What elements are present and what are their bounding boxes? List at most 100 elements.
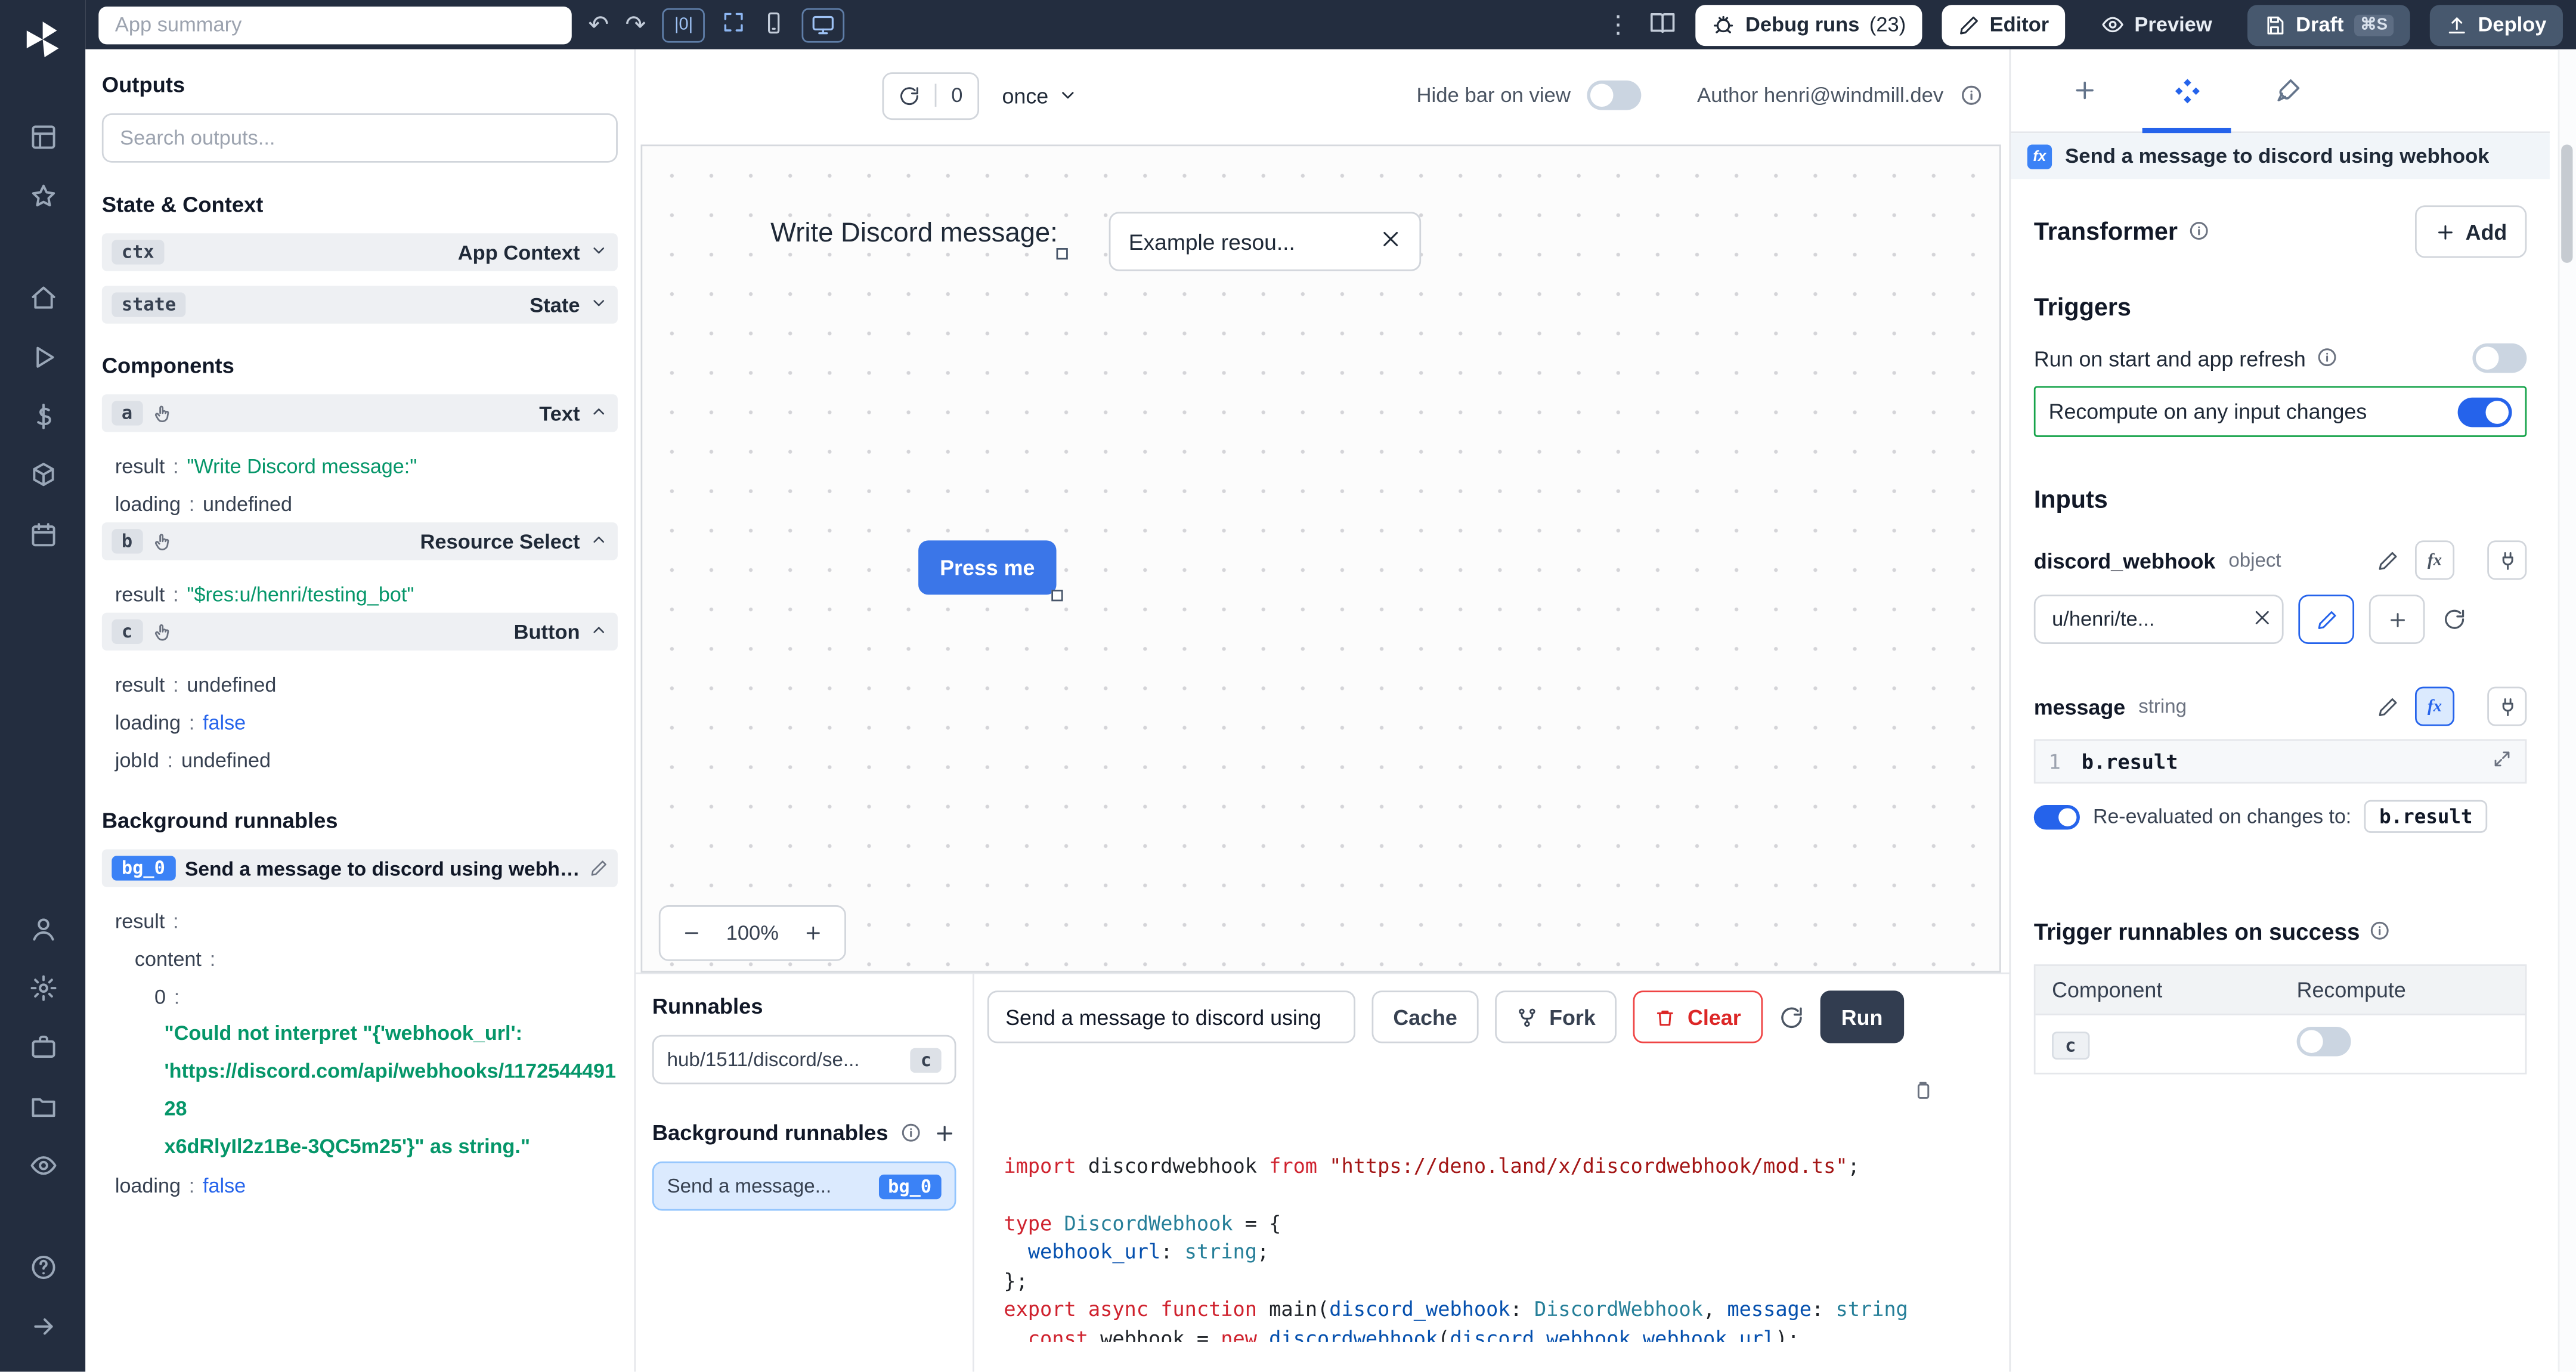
docs-book-icon[interactable] <box>1650 9 1676 40</box>
plug-connect-icon[interactable] <box>2487 540 2527 580</box>
info-icon[interactable] <box>2370 920 2393 943</box>
favorites-star-icon[interactable] <box>0 171 85 221</box>
recompute-c-toggle[interactable] <box>2297 1027 2351 1057</box>
recompute-toggle[interactable] <box>2458 397 2512 426</box>
runs-icon[interactable] <box>0 332 85 382</box>
fullscreen-icon[interactable] <box>722 10 746 40</box>
runnable-item[interactable]: hub/1511/discord/se... c <box>652 1035 956 1085</box>
run-on-start-toggle[interactable] <box>2472 343 2527 373</box>
fx-mode-icon[interactable]: fx <box>2415 540 2454 580</box>
user-icon[interactable] <box>0 903 85 953</box>
edit-resource-button[interactable] <box>2298 594 2354 644</box>
plug-connect-icon[interactable] <box>2487 687 2527 726</box>
message-expression-editor[interactable]: 1 b.result <box>2034 739 2527 783</box>
info-icon[interactable] <box>900 1121 924 1144</box>
expand-editor-icon[interactable] <box>2492 749 2512 773</box>
hide-bar-toggle[interactable] <box>1587 80 1641 110</box>
clear-value-icon[interactable] <box>2252 608 2272 632</box>
draft-label: Draft <box>2296 13 2343 36</box>
kebab-menu-icon[interactable]: ⋮ <box>1606 13 1630 37</box>
ctx-row[interactable]: ctx App Context <box>102 233 618 271</box>
button-component[interactable]: Press me <box>918 540 1056 594</box>
state-row[interactable]: state State <box>102 286 618 323</box>
edit-pencil-icon[interactable] <box>590 859 608 877</box>
chevron-up-icon[interactable] <box>590 529 608 553</box>
folders-icon[interactable] <box>0 1081 85 1131</box>
app-canvas[interactable]: Write Discord message: Example resou... … <box>640 144 2001 973</box>
app-summary-input[interactable] <box>98 6 571 44</box>
deploy-button[interactable]: Deploy <box>2431 4 2563 45</box>
edit-pencil-icon[interactable] <box>2367 540 2407 580</box>
tab-styling[interactable] <box>2237 49 2339 132</box>
copy-code-icon[interactable] <box>1912 1079 1934 1110</box>
dashboard-icon[interactable] <box>0 112 85 161</box>
resources-icon[interactable] <box>0 450 85 500</box>
hand-pointer-icon[interactable] <box>152 622 172 642</box>
search-outputs-input[interactable] <box>102 113 618 163</box>
chevron-down-icon[interactable] <box>590 240 608 264</box>
mobile-view-icon[interactable] <box>763 11 786 39</box>
variables-icon[interactable] <box>0 391 85 441</box>
editor-button[interactable]: Editor <box>1942 4 2066 45</box>
tab-insert-component[interactable] <box>2034 49 2136 132</box>
resize-handle[interactable] <box>1056 248 1067 259</box>
component-row-b[interactable]: b Resource Select <box>102 522 618 560</box>
info-icon[interactable] <box>2188 220 2211 243</box>
fork-button[interactable]: Fork <box>1495 990 1617 1043</box>
edit-pencil-icon[interactable] <box>2367 687 2407 726</box>
chevron-up-icon[interactable] <box>590 401 608 425</box>
chevron-down-icon[interactable] <box>590 292 608 317</box>
resource-value-input[interactable] <box>2034 594 2284 644</box>
cache-button[interactable]: Cache <box>1372 990 1479 1043</box>
preview-button[interactable]: Preview <box>2085 4 2228 45</box>
columns-layout-icon[interactable]: |0| <box>662 7 705 42</box>
debug-runs-button[interactable]: Debug runs (23) <box>1696 4 1922 45</box>
workspace-icon[interactable] <box>0 1022 85 1071</box>
scrollbar-thumb[interactable] <box>2561 144 2572 262</box>
undo-icon[interactable]: ↶ <box>588 13 609 37</box>
schedules-icon[interactable] <box>0 509 85 559</box>
help-icon[interactable] <box>0 1242 85 1292</box>
desktop-view-icon[interactable] <box>802 7 845 42</box>
collapse-sidebar-icon[interactable] <box>0 1301 85 1351</box>
hand-pointer-icon[interactable] <box>152 403 172 423</box>
windmill-logo[interactable] <box>0 15 85 64</box>
add-transformer-button[interactable]: Add <box>2414 205 2527 258</box>
background-runnable-item-selected[interactable]: Send a message... bg_0 <box>652 1162 956 1211</box>
chevron-up-icon[interactable] <box>590 620 608 644</box>
component-row-a[interactable]: a Text <box>102 394 618 432</box>
fx-mode-icon[interactable]: fx <box>2415 687 2454 726</box>
info-icon[interactable] <box>2315 346 2339 370</box>
resource-select-component[interactable]: Example resou... <box>1109 212 1421 271</box>
clear-button[interactable]: Clear <box>1633 990 1762 1043</box>
recompute-on-input-row: Recompute on any input changes <box>2034 386 2527 436</box>
debug-runs-label: Debug runs <box>1745 13 1859 36</box>
resize-handle[interactable] <box>1051 590 1063 601</box>
component-row-c[interactable]: c Button <box>102 613 618 651</box>
add-resource-button[interactable] <box>2369 594 2425 644</box>
refresh-resource-icon[interactable] <box>2443 608 2466 631</box>
code-content[interactable]: import discordwebhook from "https://deno… <box>987 1066 2010 1342</box>
run-button[interactable]: Run <box>1820 990 1904 1043</box>
tab-component-settings[interactable] <box>2136 49 2238 132</box>
clear-selection-icon[interactable] <box>1380 228 1401 255</box>
redo-icon[interactable]: ↷ <box>626 13 646 37</box>
zoom-out-button[interactable] <box>667 923 717 943</box>
refresh-icon[interactable] <box>884 85 934 106</box>
home-icon[interactable] <box>0 272 85 322</box>
info-icon[interactable] <box>1960 84 1983 107</box>
reeval-toggle[interactable] <box>2034 804 2080 829</box>
runnable-name-input[interactable]: Send a message to discord using <box>987 990 1355 1043</box>
run-mode-dropdown[interactable]: once <box>1002 83 1078 107</box>
settings-gear-icon[interactable] <box>0 962 85 1012</box>
draft-button[interactable]: Draft ⌘S <box>2248 4 2410 45</box>
text-component[interactable]: Write Discord message: <box>767 215 1061 253</box>
refresh-icon[interactable] <box>1779 1005 1803 1029</box>
hand-pointer-icon[interactable] <box>152 531 172 551</box>
scrollbar-track[interactable] <box>2558 49 2576 1372</box>
zoom-in-button[interactable] <box>788 923 838 943</box>
refresh-count-group[interactable]: 0 <box>882 72 979 119</box>
eye-icon[interactable] <box>0 1140 85 1190</box>
background-runnable-row[interactable]: bg_0 Send a message to discord using web… <box>102 849 618 887</box>
add-background-runnable-button[interactable] <box>933 1121 956 1144</box>
